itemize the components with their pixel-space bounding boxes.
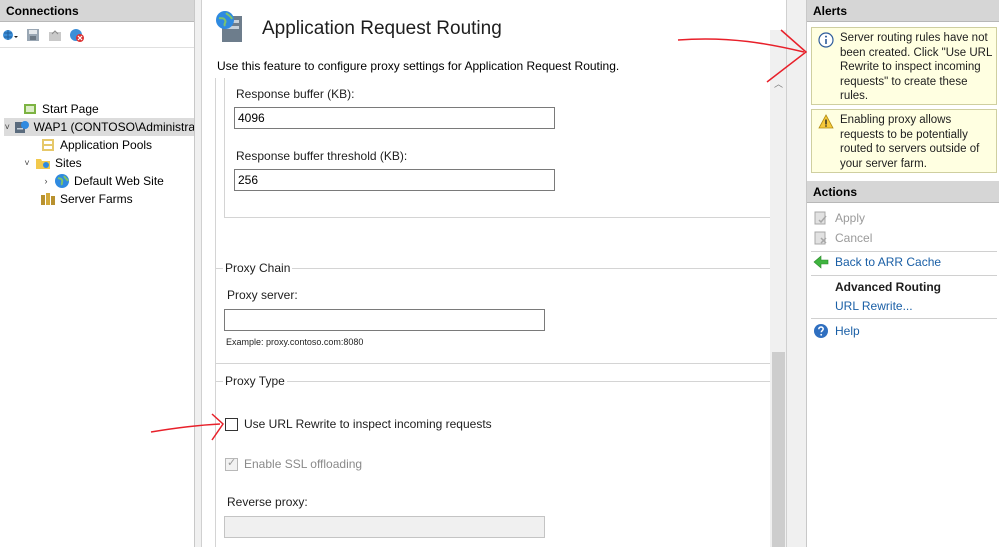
scroll-up-arrow-icon[interactable]: ︿ [774, 80, 783, 89]
cancel-icon [813, 230, 829, 246]
connections-tree: Start Page ˅ WAP1 (CONTOSO\Administra Ap… [0, 48, 194, 206]
connections-pane: Connections Start Page ˅ WAP1 (CONTOSO\A… [0, 0, 195, 547]
apply-action[interactable]: Apply [813, 209, 865, 227]
cancel-label: Cancel [835, 231, 873, 245]
start-page-icon [22, 101, 38, 117]
server-icon [14, 119, 30, 135]
tree-item-default-web-site[interactable]: › Default Web Site [41, 172, 164, 190]
arr-feature-icon [214, 10, 248, 47]
info-alert: Server routing rules have not been creat… [811, 27, 997, 105]
connections-toolbar [0, 22, 194, 48]
settings-area: Response buffer (KB): 4096 Response buff… [215, 78, 774, 547]
sites-folder-icon [35, 155, 51, 171]
tree-item-server-farms[interactable]: Server Farms [40, 190, 133, 208]
proxy-chain-group: Proxy Chain Proxy server: Example: proxy… [216, 261, 772, 364]
back-label: Back to ARR Cache [835, 255, 942, 269]
response-buffer-label: Response buffer (KB): [236, 87, 355, 101]
tree-label: WAP1 (CONTOSO\Administra [33, 120, 195, 134]
apply-label: Apply [835, 211, 866, 225]
actions-header: Actions [807, 181, 999, 203]
collapse-arrow-icon[interactable]: ˅ [22, 158, 32, 168]
server-farms-icon [40, 191, 56, 207]
collapse-arrow-icon[interactable]: ˅ [4, 122, 11, 132]
vertical-scrollbar[interactable]: ︿ [770, 30, 786, 547]
proxy-server-label: Proxy server: [227, 288, 298, 302]
tree-item-start-page[interactable]: Start Page [22, 100, 99, 118]
warning-icon [818, 114, 834, 130]
use-url-rewrite-label[interactable]: Use URL Rewrite to inspect incoming requ… [244, 417, 492, 431]
tree-item-server[interactable]: ˅ WAP1 (CONTOSO\Administra [4, 118, 195, 136]
reverse-proxy-label: Reverse proxy: [227, 495, 308, 509]
proxy-server-input[interactable] [224, 309, 545, 331]
url-rewrite-action[interactable]: URL Rewrite... [835, 297, 913, 315]
apply-icon [813, 210, 829, 226]
page-description: Use this feature to configure proxy sett… [217, 59, 620, 73]
expand-arrow-icon[interactable]: › [41, 176, 51, 186]
info-icon [818, 32, 834, 48]
feature-page: Application Request Routing Use this fea… [201, 0, 787, 547]
connections-header: Connections [0, 0, 194, 22]
help-icon [813, 323, 829, 339]
page-title: Application Request Routing [262, 17, 502, 39]
enable-ssl-offloading-label[interactable]: Enable SSL offloading [244, 457, 362, 471]
actions-separator [811, 275, 997, 276]
response-buffer-threshold-input[interactable]: 256 [234, 169, 555, 191]
page-header: Application Request Routing [214, 10, 502, 47]
cancel-action[interactable]: Cancel [813, 229, 872, 247]
tree-label: Default Web Site [74, 174, 164, 188]
up-level-icon[interactable] [46, 26, 64, 44]
help-label: Help [835, 324, 860, 338]
actions-separator [811, 251, 997, 252]
help-action[interactable]: Help [813, 322, 860, 340]
response-buffer-input[interactable]: 4096 [234, 107, 555, 129]
tree-item-sites[interactable]: ˅ Sites [22, 154, 82, 172]
warning-alert: Enabling proxy allows requests to be pot… [811, 109, 997, 173]
proxy-chain-title: Proxy Chain [223, 261, 293, 275]
proxy-server-example: Example: proxy.contoso.com:8080 [226, 337, 364, 347]
use-url-rewrite-checkbox[interactable] [225, 418, 238, 431]
back-to-arr-cache-action[interactable]: Back to ARR Cache [813, 253, 941, 271]
tree-label: Start Page [42, 102, 99, 116]
proxy-type-group: Proxy Type Use URL Rewrite to inspect in… [216, 374, 772, 547]
info-alert-text: Server routing rules have not been creat… [840, 32, 992, 102]
tree-label: Server Farms [60, 192, 133, 206]
connect-icon[interactable] [2, 26, 20, 44]
globe-icon [54, 173, 70, 189]
back-arrow-icon [813, 254, 829, 270]
advanced-routing-heading: Advanced Routing [835, 280, 942, 294]
save-icon[interactable] [24, 26, 42, 44]
proxy-type-title: Proxy Type [223, 374, 287, 388]
url-rewrite-label: URL Rewrite... [835, 299, 913, 313]
tree-label: Application Pools [60, 138, 153, 152]
response-buffer-threshold-label: Response buffer threshold (KB): [236, 149, 408, 163]
disconnect-icon[interactable] [68, 26, 86, 44]
alerts-header: Alerts [807, 0, 999, 22]
tree-item-application-pools[interactable]: Application Pools [40, 136, 152, 154]
enable-ssl-offloading-checkbox[interactable] [225, 456, 238, 471]
app-pools-icon [40, 137, 56, 153]
warning-alert-text: Enabling proxy allows requests to be pot… [840, 114, 980, 170]
alerts-actions-pane: Alerts Server routing rules have not bee… [806, 0, 999, 547]
reverse-proxy-input[interactable] [224, 516, 545, 538]
actions-separator [811, 318, 997, 319]
scroll-thumb[interactable] [772, 352, 785, 547]
right-splitter[interactable] [787, 0, 806, 547]
tree-label: Sites [55, 156, 82, 170]
buffer-settings-group: Response buffer (KB): 4096 Response buff… [224, 78, 774, 218]
